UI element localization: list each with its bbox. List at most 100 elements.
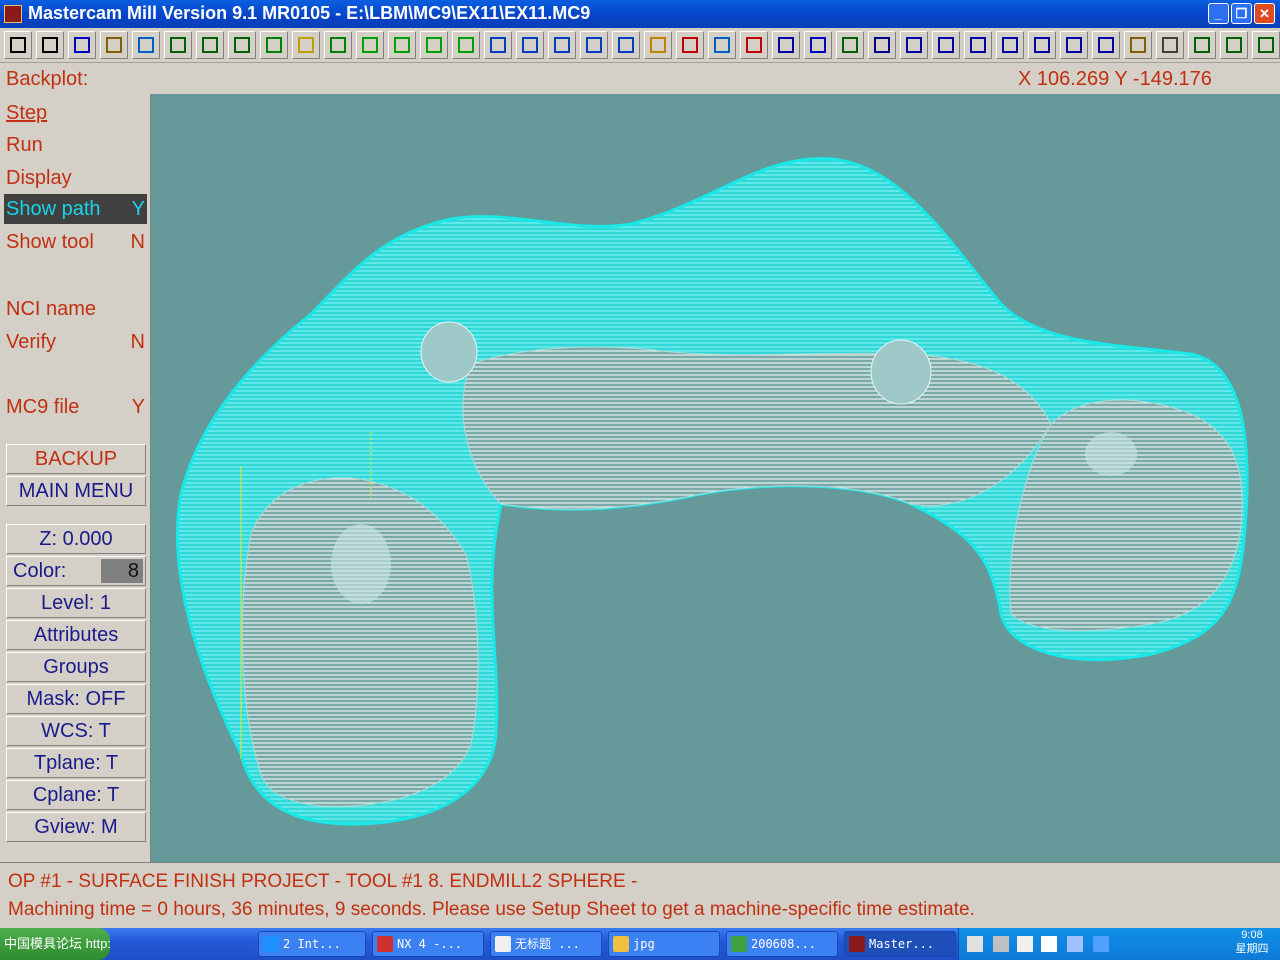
help-icon[interactable] [1041, 936, 1057, 952]
menu-item-verify[interactable]: Verify N [4, 327, 147, 357]
rectangle-icon[interactable] [1028, 31, 1056, 59]
main-toolbar [0, 28, 1280, 63]
taskbar-item[interactable]: 无标题 ... [490, 931, 602, 957]
machining-time: Machining time = 0 hours, 36 minutes, 9 … [8, 899, 975, 920]
back-arrow-icon[interactable] [4, 31, 32, 59]
axis-z-icon[interactable] [1252, 31, 1280, 59]
folder-icon [613, 936, 629, 952]
calculator-icon[interactable] [100, 31, 128, 59]
cube-shade-3-icon[interactable] [612, 31, 640, 59]
title-bar: Mastercam Mill Version 9.1 MR0105 - E:\L… [0, 0, 1280, 28]
menu-label: Verify [6, 331, 57, 353]
menu-item-nci-name[interactable]: NCI name [4, 294, 147, 324]
undo-icon[interactable] [772, 31, 800, 59]
cube-wire-glyph [522, 37, 538, 53]
layer-stack-icon[interactable] [1156, 31, 1184, 59]
taskbar-item[interactable]: jpg [608, 931, 720, 957]
sigma-glyph [874, 37, 890, 53]
cube-shade-2-icon[interactable] [580, 31, 608, 59]
color-button[interactable]: Color: 8 [6, 556, 146, 586]
maximize-button[interactable]: ❐ [1231, 3, 1252, 24]
view-top-icon[interactable] [388, 31, 416, 59]
spline-icon[interactable] [996, 31, 1024, 59]
clock[interactable]: 9:08 星期四 [1226, 928, 1278, 960]
taskbar-item[interactable]: NX 4 -... [372, 931, 484, 957]
view-side-icon[interactable] [452, 31, 480, 59]
arc-glyph [938, 37, 954, 53]
network-icon[interactable] [1017, 936, 1033, 952]
level-button[interactable]: Level: 1 [6, 588, 146, 618]
no-symbol-glyph [682, 37, 698, 53]
taskbar-item[interactable]: 200608... [726, 931, 838, 957]
rotate-icon[interactable] [324, 31, 352, 59]
back-arrow-glyph [10, 37, 26, 53]
view-iso-icon[interactable] [356, 31, 384, 59]
minimize-button[interactable]: _ [1208, 3, 1229, 24]
mastercam-icon [849, 936, 865, 952]
menu-item-show-tool[interactable]: Show tool N [4, 227, 147, 257]
axis-x-icon[interactable] [1188, 31, 1216, 59]
pointer-zoom-icon[interactable] [132, 31, 160, 59]
plus-glyph [1066, 37, 1082, 53]
pan-icon[interactable] [260, 31, 288, 59]
forward-arrow-icon[interactable] [36, 31, 64, 59]
attributes-button[interactable]: Attributes [6, 620, 146, 650]
cube-shade-1-icon[interactable] [548, 31, 576, 59]
keyboard-icon[interactable] [967, 936, 983, 952]
axis-y-icon[interactable] [1220, 31, 1248, 59]
line-icon[interactable] [900, 31, 928, 59]
help-icon[interactable] [68, 31, 96, 59]
plus-icon[interactable] [1060, 31, 1088, 59]
mode-label: Backplot: [6, 68, 89, 90]
view-front-icon[interactable] [420, 31, 448, 59]
mask-button[interactable]: Mask: OFF [6, 684, 146, 714]
plane-glyph [1098, 37, 1114, 53]
taskbar-item-active[interactable]: Master... [844, 931, 956, 957]
zoom-icon[interactable] [164, 31, 192, 59]
notepad-icon [495, 936, 511, 952]
tplane-button[interactable]: Tplane: T [6, 748, 146, 778]
gview-button[interactable]: Gview: M [6, 812, 146, 842]
transform-1-icon[interactable] [708, 31, 736, 59]
cplane-button[interactable]: Cplane: T [6, 780, 146, 810]
cube-wire-icon[interactable] [516, 31, 544, 59]
ime-icon[interactable] [1093, 936, 1109, 952]
menu-label: Show path [6, 198, 101, 220]
unzoom-icon[interactable] [196, 31, 224, 59]
groups-button[interactable]: Groups [6, 652, 146, 682]
menu-item-display[interactable]: Display [4, 163, 147, 193]
start-button[interactable]: 中国模具论坛 http://www.mouldbbs.com [0, 928, 110, 960]
sigma-icon[interactable] [868, 31, 896, 59]
transform-2-icon[interactable] [740, 31, 768, 59]
backup-button[interactable]: BACKUP [6, 444, 146, 474]
taskbar-item[interactable]: 2 Int... [258, 931, 366, 957]
pen-icon[interactable] [993, 936, 1009, 952]
toolpath-backplot [175, 157, 1249, 826]
chain-icon[interactable] [836, 31, 864, 59]
solid-box-icon[interactable] [1124, 31, 1152, 59]
no-symbol-icon[interactable] [676, 31, 704, 59]
arc-icon[interactable] [932, 31, 960, 59]
menu-item-mc9-file[interactable]: MC9 file Y [4, 392, 147, 422]
pointer-zoom-glyph [138, 37, 154, 53]
z-depth-button[interactable]: Z: 0.000 [6, 524, 146, 554]
plane-icon[interactable] [1092, 31, 1120, 59]
menu-item-step[interactable]: Step [4, 98, 147, 128]
menu-item-run[interactable]: Run [4, 130, 147, 160]
eraser-icon[interactable] [644, 31, 672, 59]
graphics-viewport[interactable] [151, 94, 1280, 862]
sphere-icon[interactable] [804, 31, 832, 59]
mastercam-app-icon[interactable] [4, 5, 22, 23]
view-side-glyph [458, 37, 474, 53]
main-menu-button[interactable]: MAIN MENU [6, 476, 146, 506]
trim-icon[interactable] [964, 31, 992, 59]
axis-z-glyph [1258, 37, 1274, 53]
wcs-button[interactable]: WCS: T [6, 716, 146, 746]
volume-icon[interactable] [1067, 936, 1083, 952]
rectangle-glyph [1034, 37, 1050, 53]
menu-item-show-path[interactable]: Show path Y [4, 194, 147, 224]
select-window-icon[interactable] [292, 31, 320, 59]
zoom-window-icon[interactable] [228, 31, 256, 59]
close-button[interactable]: ✕ [1254, 3, 1275, 24]
view-back-icon[interactable] [484, 31, 512, 59]
